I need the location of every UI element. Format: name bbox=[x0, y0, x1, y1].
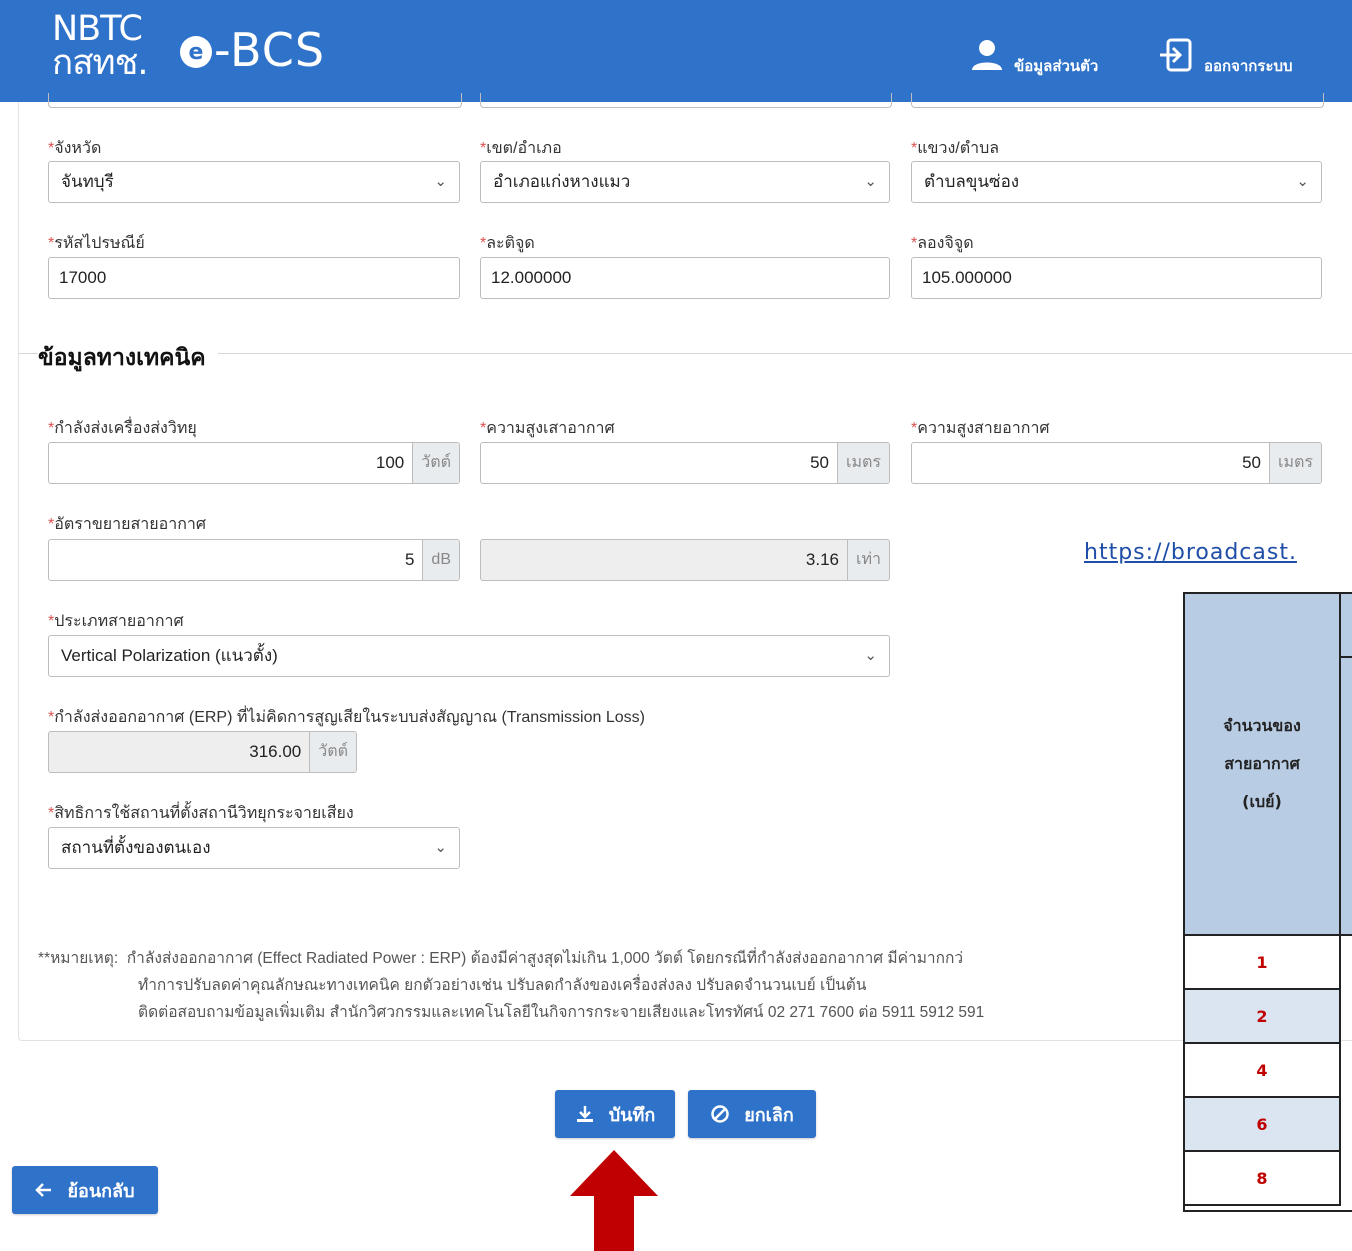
province-label: *จังหวัด bbox=[48, 140, 102, 157]
longitude-label: *ลองจิจูด bbox=[911, 235, 974, 252]
table-header-cell: จำนวนของ สายอากาศ (เบย์) bbox=[1185, 594, 1341, 936]
longitude-input[interactable]: 105.000000 bbox=[911, 257, 1322, 299]
table-row: 1 bbox=[1185, 936, 1341, 990]
previous-field-stub bbox=[911, 93, 1324, 108]
site-rights-select[interactable]: สถานที่ตั้งของตนเอง ⌄ bbox=[48, 827, 460, 869]
postal-code-label: *รหัสไปรษณีย์ bbox=[48, 235, 145, 252]
chevron-down-icon: ⌄ bbox=[1296, 173, 1309, 190]
back-label: ย้อนกลับ bbox=[67, 1180, 135, 1202]
district-label: *เขต/อำเภอ bbox=[480, 140, 562, 157]
mast-height-label: *ความสูงเสาอากาศ bbox=[480, 420, 615, 437]
table-row: 6 bbox=[1185, 1098, 1341, 1152]
profile-link[interactable]: ข้อมูลส่วนตัว bbox=[970, 30, 1098, 80]
latitude-input[interactable]: 12.000000 bbox=[480, 257, 890, 299]
tx-power-label: *กำลังส่งเครื่องส่งวิทยุ bbox=[48, 420, 197, 437]
ban-icon bbox=[711, 1105, 729, 1123]
note-line-2: ทำการปรับลดค่าคุณลักษณะทางเทคนิค ยกตัวอย… bbox=[138, 977, 867, 994]
antenna-height-label: *ความสูงสายอากาศ bbox=[911, 420, 1050, 437]
table-row: 8 bbox=[1185, 1152, 1341, 1206]
nbtc-logo-text: NBTC กสทช. bbox=[52, 9, 149, 83]
red-arrow-annotation bbox=[570, 1150, 658, 1251]
unit-addon: เท่า bbox=[847, 540, 889, 580]
chevron-down-icon: ⌄ bbox=[864, 173, 877, 190]
cancel-button[interactable]: ยกเลิก bbox=[688, 1090, 816, 1138]
logout-label: ออกจากระบบ bbox=[1204, 57, 1293, 75]
brand-top: NBTC bbox=[52, 9, 143, 49]
antenna-bay-table: จำนวนของ สายอากาศ (เบย์) 1 2 4 6 8 bbox=[1183, 592, 1352, 1212]
province-select[interactable]: จันทบุรี ⌄ bbox=[48, 161, 460, 203]
postal-code-input[interactable]: 17000 bbox=[48, 257, 460, 299]
note-prefix: **หมายเหตุ: bbox=[38, 950, 119, 967]
cancel-label: ยกเลิก bbox=[744, 1104, 794, 1126]
unit-addon: เมตร bbox=[1269, 443, 1321, 483]
chevron-down-icon: ⌄ bbox=[434, 839, 447, 856]
tx-power-input[interactable]: 100 วัตต์ bbox=[48, 442, 460, 484]
table-header-cell bbox=[1341, 594, 1352, 658]
erp-readonly: 316.00 วัตต์ bbox=[48, 731, 357, 773]
section-divider bbox=[18, 353, 1352, 354]
mast-height-input[interactable]: 50 เมตร bbox=[480, 442, 890, 484]
table-row: 2 bbox=[1185, 990, 1341, 1044]
arrow-left-icon bbox=[35, 1183, 52, 1197]
e-logo-icon: e bbox=[180, 36, 212, 68]
logout-icon bbox=[1160, 38, 1192, 72]
save-button[interactable]: บันทึก bbox=[555, 1090, 675, 1138]
brand-bottom: กสทช. bbox=[52, 43, 149, 83]
erp-label: *กำลังส่งออกอากาศ (ERP) ที่ไม่คิดการสูญเ… bbox=[48, 709, 645, 726]
chevron-down-icon: ⌄ bbox=[434, 173, 447, 190]
table-row: 4 bbox=[1185, 1044, 1341, 1098]
previous-field-stub bbox=[48, 93, 462, 108]
previous-field-stub bbox=[480, 93, 892, 108]
unit-addon: วัตต์ bbox=[412, 443, 459, 483]
logout-link[interactable]: ออกจากระบบ bbox=[1158, 30, 1293, 80]
table-header-cell bbox=[1341, 658, 1352, 936]
antenna-gain-input[interactable]: 5 dB bbox=[48, 539, 460, 581]
unit-addon: เมตร bbox=[837, 443, 889, 483]
antenna-type-label: *ประเภทสายอากาศ bbox=[48, 613, 184, 630]
latitude-label: *ละติจูด bbox=[480, 235, 535, 252]
subdistrict-select[interactable]: ตำบลขุนซ่อง ⌄ bbox=[911, 161, 1322, 203]
district-select[interactable]: อำเภอแก่งหางแมว ⌄ bbox=[480, 161, 890, 203]
antenna-height-input[interactable]: 50 เมตร bbox=[911, 442, 1322, 484]
chevron-down-icon: ⌄ bbox=[864, 647, 877, 664]
antenna-gain-label: *อัตราขยายสายอากาศ bbox=[48, 516, 207, 533]
broadcast-url-link[interactable]: https://broadcast. bbox=[1084, 540, 1297, 565]
note-line-1: กำลังส่งออกอากาศ (Effect Radiated Power … bbox=[126, 950, 964, 967]
user-icon bbox=[972, 40, 1002, 70]
unit-addon: dB bbox=[422, 540, 459, 580]
top-navbar: NBTC กสทช. e -BCS ข้อมูลส่วนตัว ออกจากระ… bbox=[0, 0, 1352, 102]
download-icon bbox=[576, 1106, 593, 1122]
note-line-3: ติดต่อสอบถามข้อมูลเพิ่มเติม สำนักวิศวกรร… bbox=[138, 1004, 985, 1021]
back-button[interactable]: ย้อนกลับ bbox=[12, 1166, 158, 1214]
site-rights-label: *สิทธิการใช้สถานที่ตั้งสถานีวิทยุกระจายเ… bbox=[48, 805, 354, 822]
app-name: -BCS bbox=[214, 23, 326, 77]
technical-section-title: ข้อมูลทางเทคนิค bbox=[38, 340, 218, 376]
remark-note: **หมายเหตุ: กำลังส่งออกอากาศ (Effect Rad… bbox=[38, 945, 984, 1026]
save-label: บันทึก bbox=[608, 1104, 656, 1126]
subdistrict-label: *แขวง/ตำบล bbox=[911, 140, 1000, 157]
profile-label: ข้อมูลส่วนตัว bbox=[1014, 57, 1099, 75]
antenna-type-select[interactable]: Vertical Polarization (แนวตั้ง) ⌄ bbox=[48, 635, 890, 677]
svg-text:e: e bbox=[189, 40, 204, 65]
unit-addon: วัตต์ bbox=[309, 732, 356, 772]
gain-factor-readonly: 3.16 เท่า bbox=[480, 539, 890, 581]
